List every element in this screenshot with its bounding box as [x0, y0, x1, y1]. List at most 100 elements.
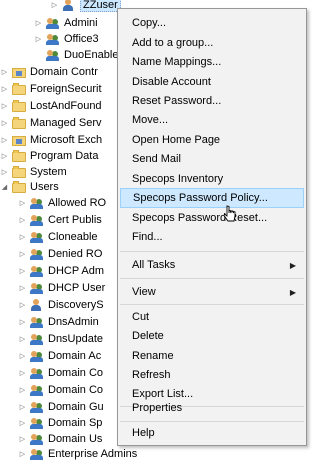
expand-arrow-icon[interactable]: ▷	[0, 98, 9, 114]
menu-item-label: Add to a group...	[132, 37, 214, 49]
tree-node-group[interactable]: ▷ DnsAdmin	[18, 314, 99, 330]
expand-arrow-icon[interactable]: ▷	[18, 195, 27, 211]
tree-node-label: Domain Ac	[48, 350, 102, 362]
menu-item-specops-password-policy[interactable]: Specops Password Policy...	[120, 188, 304, 208]
tree-node-zzuser[interactable]: ▷ ZZuser	[50, 0, 121, 13]
expand-arrow-icon[interactable]: ▷	[18, 331, 27, 347]
menu-item-specops-inventory[interactable]: Specops Inventory	[120, 169, 304, 189]
tree-node-group[interactable]: ▷ Allowed RO	[18, 195, 106, 211]
folder-icon	[12, 149, 26, 163]
tree-node-group[interactable]: ▷ DnsUpdate	[18, 331, 103, 347]
tree-node-label: ZZuser	[80, 0, 121, 12]
menu-item-label: Copy...	[132, 17, 167, 29]
tree-node-group[interactable]: ▷ Cert Publis	[18, 212, 102, 228]
menu-item-move[interactable]: Move...	[120, 110, 304, 130]
tree-node-folder[interactable]: ▷ Program Data	[0, 148, 98, 164]
menu-item-open-home-page[interactable]: Open Home Page	[120, 130, 304, 150]
expand-arrow-icon[interactable]: ▷	[34, 31, 43, 47]
tree-node-group[interactable]: ▷ Domain Sp	[18, 415, 102, 431]
tree-node-ou[interactable]: ▷ Domain Contr	[0, 64, 98, 80]
tree-node-group[interactable]: ▷ Denied RO	[18, 246, 102, 262]
expand-arrow-icon[interactable]: ▷	[18, 212, 27, 228]
menu-item-reset-password[interactable]: Reset Password...	[120, 91, 304, 111]
tree-node-label: Program Data	[30, 150, 99, 162]
expand-arrow-icon[interactable]: ▷	[0, 64, 9, 80]
tree-node-group[interactable]: ▷ Domain Co	[18, 382, 103, 398]
tree-node-ou[interactable]: ▷ Microsoft Exch	[0, 132, 102, 148]
group-icon	[30, 432, 44, 446]
expand-arrow-icon[interactable]: ▷	[18, 297, 27, 313]
tree-node-group[interactable]: ▷ DHCP User	[18, 280, 105, 296]
group-icon	[46, 48, 60, 62]
menu-item-help[interactable]: Help	[120, 423, 304, 443]
tree-node-group[interactable]: ▷ Domain Ac	[18, 348, 101, 364]
expand-arrow-icon[interactable]: ▷	[0, 81, 9, 97]
menu-item-refresh[interactable]: Refresh	[120, 365, 304, 385]
collapse-arrow-icon[interactable]: ◢	[0, 179, 9, 195]
expand-arrow-icon[interactable]: ▷	[18, 280, 27, 296]
expand-arrow-icon[interactable]: ▷	[18, 263, 27, 279]
menu-item-label: Specops Inventory	[132, 173, 224, 185]
expand-arrow-icon[interactable]: ▷	[18, 399, 27, 415]
tree-node-folder[interactable]: ▷ Managed Serv	[0, 115, 102, 131]
tree-node-label: Cert Publis	[48, 214, 102, 226]
tree-node-folder[interactable]: ▷ LostAndFound	[0, 98, 102, 114]
menu-item-specops-password-reset[interactable]: Specops Password Reset...	[120, 208, 304, 228]
expand-arrow-icon[interactable]: ▷	[18, 431, 27, 447]
tree-node-folder[interactable]: ▷ System	[0, 164, 67, 180]
tree-node-label: DuoEnable	[64, 49, 119, 61]
group-icon	[30, 230, 44, 244]
tree-node-group[interactable]: ▷ Office3	[34, 31, 99, 47]
menu-item-label: All Tasks	[132, 259, 176, 271]
expand-arrow-icon[interactable]: ▷	[18, 365, 27, 381]
expand-arrow-icon[interactable]: ▷	[18, 314, 27, 330]
expand-arrow-icon[interactable]: ▷	[18, 348, 27, 364]
tree-node-group[interactable]: ▷ Enterprise Admins	[18, 446, 137, 462]
folder-icon	[12, 180, 26, 194]
tree-node-user[interactable]: ▷ DiscoveryS	[18, 297, 104, 313]
menu-item-view[interactable]: View ▶	[120, 282, 304, 302]
folder-icon	[12, 165, 26, 179]
menu-item-copy[interactable]: Copy...	[120, 13, 304, 33]
menu-item-cut[interactable]: Cut	[120, 307, 304, 327]
tree-node-group[interactable]: ▷ Admini	[34, 15, 98, 31]
tree-node-label: Domain Us	[48, 433, 103, 445]
menu-item-find[interactable]: Find...	[120, 227, 304, 247]
menu-separator	[120, 278, 304, 279]
menu-item-name-mappings[interactable]: Name Mappings...	[120, 52, 304, 72]
menu-item-rename[interactable]: Rename	[120, 346, 304, 366]
menu-item-add-to-group[interactable]: Add to a group...	[120, 33, 304, 53]
expand-arrow-icon[interactable]: ▷	[18, 446, 27, 462]
menu-separator	[120, 251, 304, 252]
expand-arrow-icon[interactable]: ▷	[0, 132, 9, 148]
group-icon	[30, 332, 44, 346]
menu-item-label: Specops Password Reset...	[132, 212, 268, 224]
tree-node-group[interactable]: ▷ Domain Co	[18, 365, 103, 381]
expand-arrow-icon[interactable]: ▷	[18, 229, 27, 245]
tree-node-group[interactable]: ▷ Cloneable	[18, 229, 98, 245]
expand-arrow-icon[interactable]: ▷	[0, 148, 9, 164]
expand-arrow-icon[interactable]: ▷	[0, 164, 9, 180]
expand-arrow-icon[interactable]: ▷	[18, 382, 27, 398]
menu-item-delete[interactable]: Delete	[120, 326, 304, 346]
tree-node-group[interactable]: ▷ DHCP Adm	[18, 263, 104, 279]
submenu-arrow-icon: ▶	[289, 287, 296, 297]
tree-node-folder[interactable]: ▷ ForeignSecurit	[0, 81, 102, 97]
menu-item-all-tasks[interactable]: All Tasks ▶	[120, 255, 304, 275]
tree-node-group[interactable]: ▷ Domain Us	[18, 431, 102, 447]
tree-node-group[interactable]: ▷ Domain Gu	[18, 399, 104, 415]
group-icon	[30, 400, 44, 414]
tree-node-group[interactable]: DuoEnable	[34, 47, 118, 63]
expand-arrow-icon[interactable]: ▷	[0, 115, 9, 131]
expand-arrow-icon[interactable]: ▷	[34, 15, 43, 31]
menu-item-label: Name Mappings...	[132, 56, 222, 68]
menu-item-properties[interactable]: Properties	[120, 398, 304, 418]
group-icon	[30, 281, 44, 295]
menu-item-send-mail[interactable]: Send Mail	[120, 149, 304, 169]
menu-item-disable-account[interactable]: Disable Account	[120, 72, 304, 92]
expand-arrow-icon[interactable]: ▷	[18, 415, 27, 431]
expand-arrow-icon[interactable]: ▷	[18, 246, 27, 262]
menu-item-label: Specops Password Policy...	[133, 192, 268, 204]
tree-node-users[interactable]: ◢ Users	[0, 179, 59, 195]
expand-arrow-icon[interactable]: ▷	[50, 0, 59, 13]
